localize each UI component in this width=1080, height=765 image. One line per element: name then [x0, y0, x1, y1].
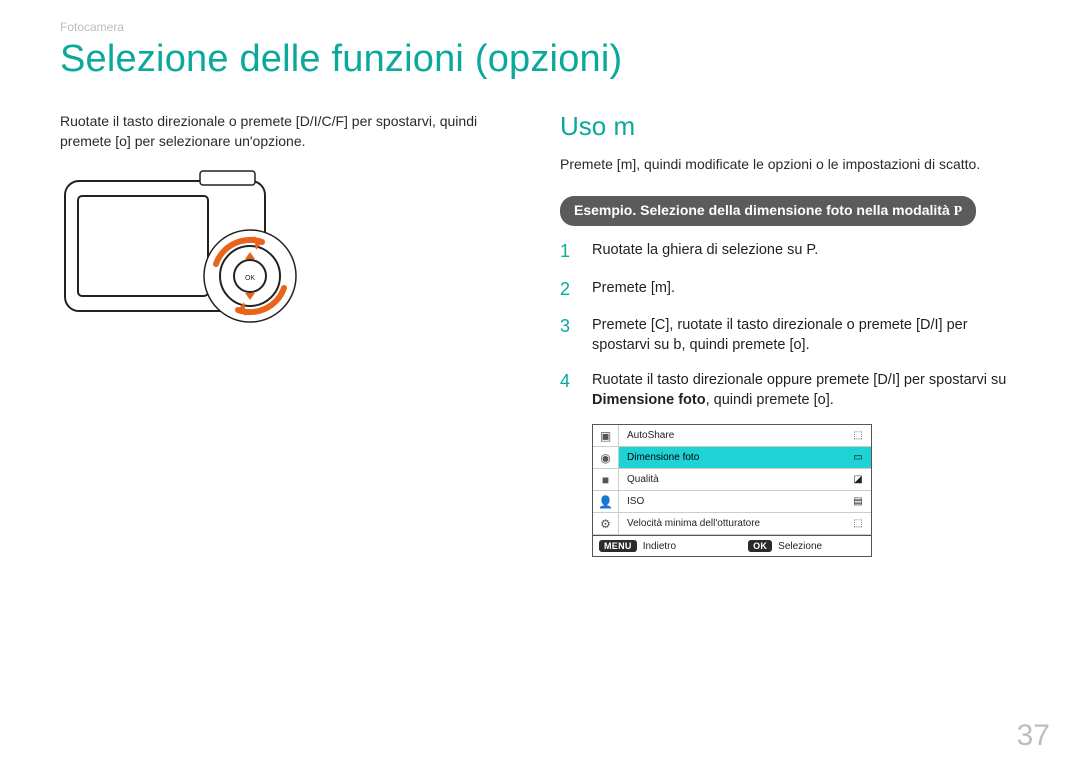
step-text: Ruotate il tasto direzionale oppure prem… [592, 370, 1020, 411]
gear-icon: ⚙ [593, 513, 619, 534]
uso-heading: Uso m [560, 111, 1020, 142]
step-num: 3 [560, 315, 574, 356]
menu-footer-select: Selezione [778, 541, 822, 552]
video-icon: ■ [593, 469, 619, 490]
step-num: 2 [560, 278, 574, 301]
menu-row-shutter: ⚙ Velocità minima dell'otturatore ⬚ [593, 513, 871, 535]
page-number: 37 [1017, 719, 1050, 753]
page-title: Selezione delle funzioni (opzioni) [60, 38, 1020, 81]
example-mode: P [954, 204, 963, 219]
menu-row-dimensione-foto: ◉ Dimensione foto ▭ [593, 447, 871, 469]
menu-label: Dimensione foto [619, 447, 845, 468]
person-icon: 👤 [593, 491, 619, 512]
step-num: 1 [560, 240, 574, 263]
menu-label: AutoShare [619, 425, 845, 446]
camera-icon: ▣ [593, 425, 619, 446]
camera-menu-screenshot: ▣ AutoShare ⬚ ◉ Dimensione foto ▭ ■ Qual… [592, 424, 872, 557]
steps-list: 1 Ruotate la ghiera di selezione su P. 2… [560, 240, 1020, 410]
menu-row-autoshare: ▣ AutoShare ⬚ [593, 425, 871, 447]
menu-label: Qualità [619, 469, 845, 490]
svg-text:OK: OK [245, 275, 255, 282]
iso-icon: ▤ [845, 491, 871, 512]
menu-label: Velocità minima dell'otturatore [619, 513, 845, 534]
ok-button-chip: OK [748, 540, 772, 552]
step-3: 3 Premete [C], ruotate il tasto direzion… [560, 315, 1020, 356]
example-label: Esempio. Selezione della dimensione foto… [574, 202, 954, 218]
step-2: 2 Premete [m]. [560, 278, 1020, 301]
camera-illustration: OK [60, 166, 320, 336]
off-icon: ⬚ [845, 425, 871, 446]
size-icon: ▭ [845, 447, 871, 468]
step-text: Premete [m]. [592, 278, 675, 301]
right-intro: Premete [m], quindi modificate le opzion… [560, 154, 1020, 174]
menu-footer-back: Indietro [643, 541, 676, 552]
quality-icon: ◪ [845, 469, 871, 490]
step-1: 1 Ruotate la ghiera di selezione su P. [560, 240, 1020, 263]
breadcrumb: Fotocamera [60, 20, 1020, 34]
shutter-icon: ⬚ [845, 513, 871, 534]
example-pill: Esempio. Selezione della dimensione foto… [560, 196, 976, 226]
left-column: Ruotate il tasto direzionale o premete [… [60, 111, 520, 557]
step-4: 4 Ruotate il tasto direzionale oppure pr… [560, 370, 1020, 411]
step-text: Ruotate la ghiera di selezione su P. [592, 240, 818, 263]
menu-button-chip: MENU [599, 540, 637, 552]
menu-footer: MENU Indietro OK Selezione [593, 535, 871, 556]
menu-label: ISO [619, 491, 845, 512]
step-text: Premete [C], ruotate il tasto direzional… [592, 315, 1020, 356]
right-column: Uso m Premete [m], quindi modificate le … [560, 111, 1020, 557]
step-num: 4 [560, 370, 574, 411]
left-intro: Ruotate il tasto direzionale o premete [… [60, 111, 520, 152]
menu-row-iso: 👤 ISO ▤ [593, 491, 871, 513]
menu-row-qualita: ■ Qualità ◪ [593, 469, 871, 491]
camera2-icon: ◉ [593, 447, 619, 468]
